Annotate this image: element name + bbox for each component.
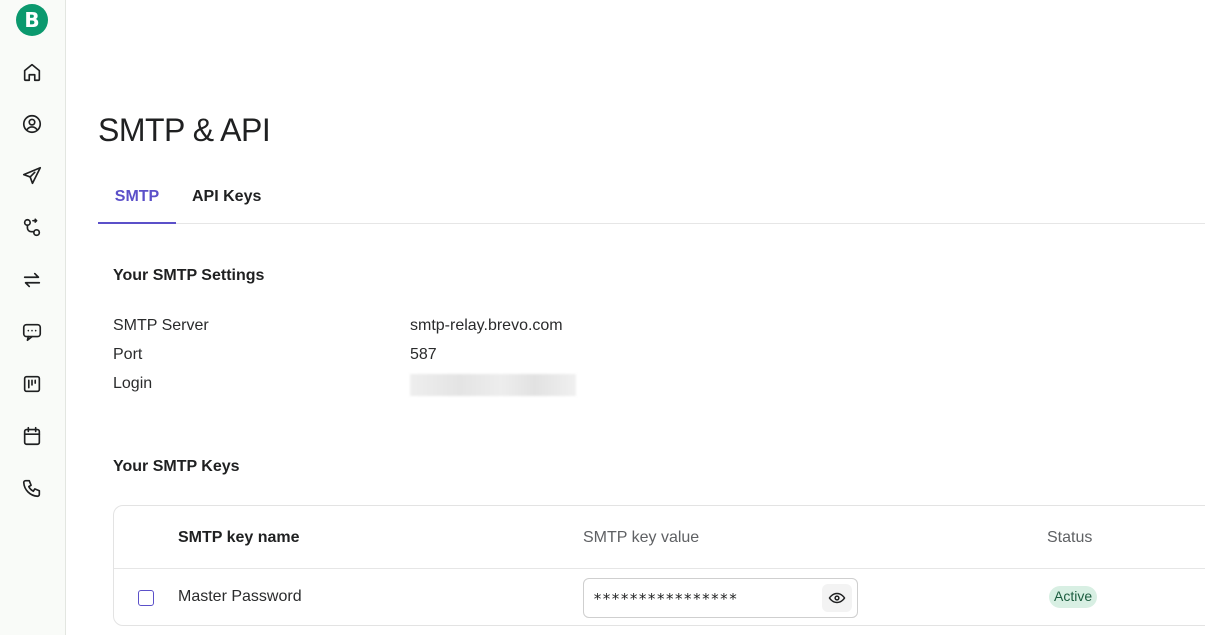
port-value: 587 <box>410 346 437 363</box>
sidebar: B <box>0 0 66 635</box>
login-value-redacted <box>410 374 576 396</box>
automations-icon[interactable] <box>20 216 44 240</box>
key-value-masked: **************** <box>593 590 738 608</box>
divider <box>114 568 1205 569</box>
smtp-keys-heading: Your SMTP Keys <box>113 458 240 475</box>
transactional-icon[interactable] <box>20 268 44 292</box>
status-badge: Active <box>1049 586 1098 608</box>
show-key-button[interactable] <box>822 584 852 612</box>
phone-icon[interactable] <box>20 476 44 500</box>
login-label: Login <box>113 375 153 392</box>
brevo-logo[interactable]: B <box>16 4 48 36</box>
conversations-icon[interactable] <box>20 320 44 344</box>
deals-icon[interactable] <box>20 372 44 396</box>
row-checkbox[interactable] <box>138 590 154 606</box>
tab-api-keys[interactable]: API Keys <box>192 176 261 224</box>
tab-smtp[interactable]: SMTP <box>98 176 176 224</box>
campaigns-icon[interactable] <box>20 164 44 188</box>
main-content: SMTP & API SMTP API Keys Your SMTP Setti… <box>98 0 1205 635</box>
port-label: Port <box>113 346 143 363</box>
page-title: SMTP & API <box>98 112 271 148</box>
home-icon[interactable] <box>20 60 44 84</box>
key-value-field[interactable]: **************** <box>583 578 858 618</box>
tab-bar: SMTP API Keys <box>98 176 1205 224</box>
eye-icon <box>828 592 846 604</box>
smtp-server-label: SMTP Server <box>113 317 209 334</box>
smtp-server-value: smtp-relay.brevo.com <box>410 317 563 334</box>
column-header-status: Status <box>1047 529 1093 546</box>
column-header-key-name: SMTP key name <box>178 529 300 546</box>
column-header-key-value: SMTP key value <box>583 529 700 546</box>
smtp-settings-heading: Your SMTP Settings <box>113 267 265 284</box>
smtp-keys-table: SMTP key name SMTP key value Status Mast… <box>113 505 1205 626</box>
meetings-icon[interactable] <box>20 424 44 448</box>
contacts-icon[interactable] <box>20 112 44 136</box>
key-name-cell: Master Password <box>178 588 302 605</box>
